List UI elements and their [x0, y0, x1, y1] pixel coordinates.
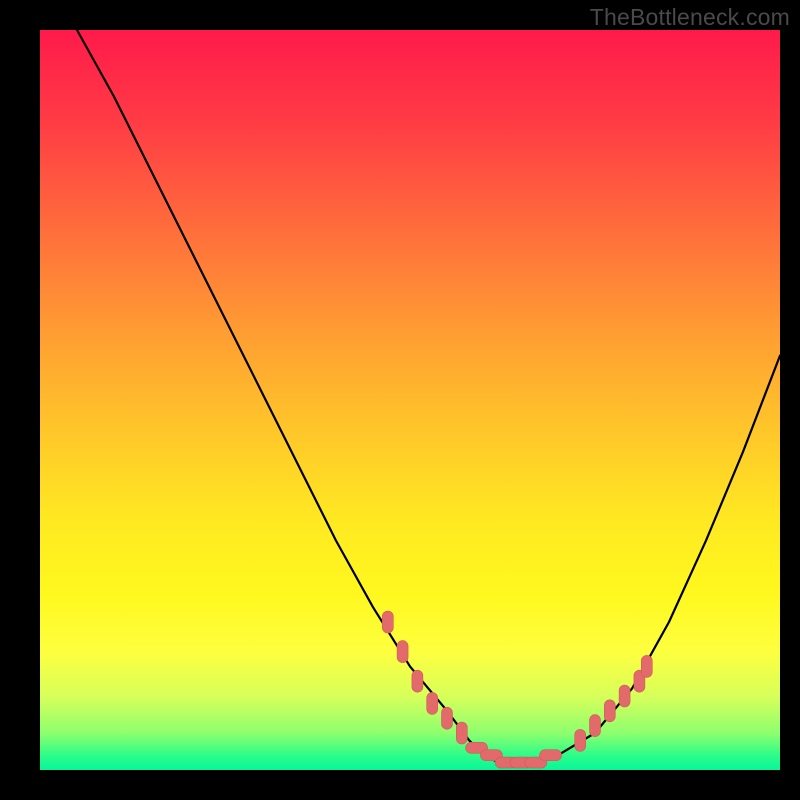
bottleneck-curve — [77, 30, 780, 763]
marker-point — [427, 692, 438, 714]
marker-point — [442, 707, 453, 729]
chart-frame: TheBottleneck.com — [0, 0, 800, 800]
marker-point — [412, 670, 423, 692]
marker-point — [540, 750, 562, 761]
marker-point — [604, 700, 615, 722]
marker-point — [641, 655, 652, 677]
marker-point — [456, 722, 467, 744]
marker-point — [590, 715, 601, 737]
marker-point — [619, 685, 630, 707]
marker-point — [397, 641, 408, 663]
marker-point — [382, 611, 393, 633]
plot-area — [40, 30, 780, 770]
marker-group — [382, 611, 652, 768]
chart-svg — [40, 30, 780, 770]
watermark-label: TheBottleneck.com — [590, 4, 790, 31]
marker-point — [575, 729, 586, 751]
